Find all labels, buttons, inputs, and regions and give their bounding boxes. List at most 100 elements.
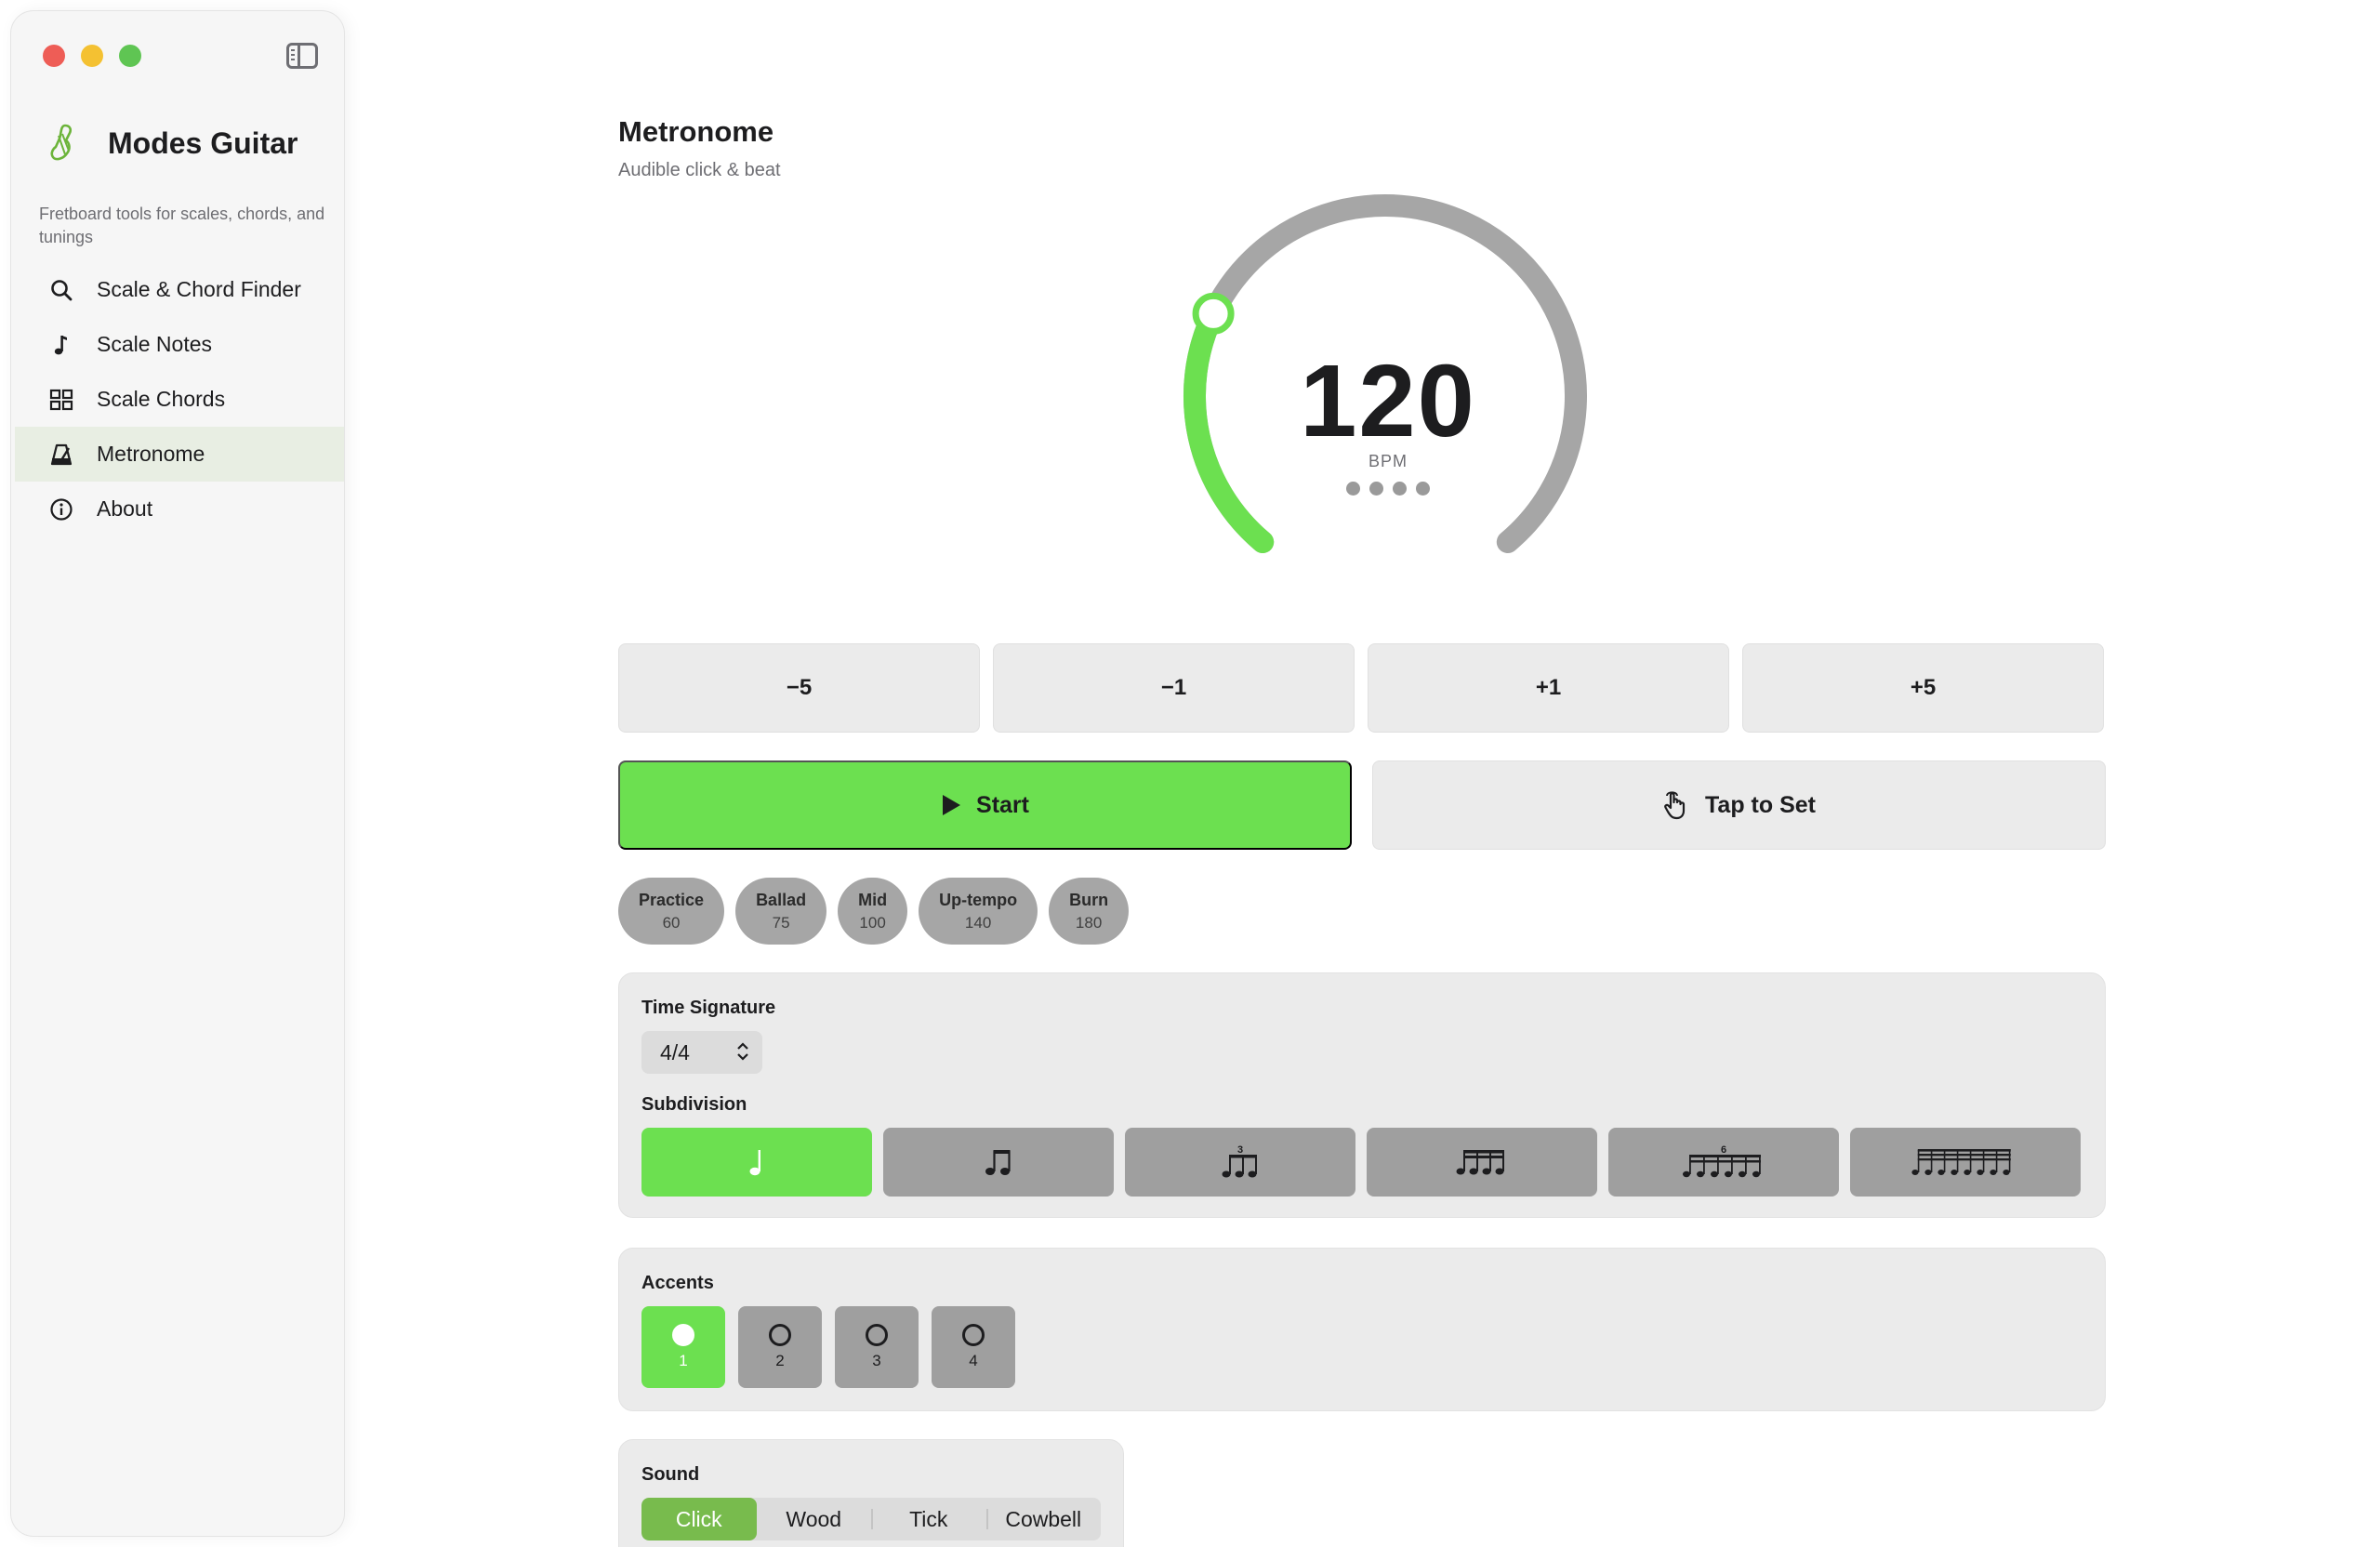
beat-indicator	[1323, 482, 1453, 496]
accent-number: 2	[775, 1352, 785, 1369]
sound-card: Sound Click Wood Tick Cowbell	[618, 1439, 1124, 1547]
sidebar-item-scale-notes[interactable]: Scale Notes	[15, 317, 344, 372]
sidebar-item-scale-chords[interactable]: Scale Chords	[15, 372, 344, 427]
app-tagline: Fretboard tools for scales, chords, and …	[39, 205, 325, 246]
sidebar-item-scale-chord-finder[interactable]: Scale & Chord Finder	[15, 262, 344, 317]
sound-option-wood[interactable]: Wood	[757, 1498, 872, 1540]
sextuplet-icon: 6	[1683, 1144, 1761, 1178]
triplet-digit: 3	[1237, 1144, 1243, 1156]
accent-circle-icon	[866, 1324, 888, 1346]
close-window-button[interactable]	[43, 45, 65, 67]
time-signature-card: Time Signature 4/4 Subdivision 3 6	[618, 972, 2106, 1218]
sound-label: Sound	[641, 1464, 700, 1485]
info-icon	[48, 496, 74, 522]
grid-icon	[48, 387, 74, 413]
plus-1-button[interactable]: +1	[1368, 643, 1729, 733]
accent-number: 4	[969, 1352, 978, 1369]
beat-dot	[1416, 482, 1430, 496]
accent-circle-icon	[672, 1324, 694, 1346]
tempo-step-buttons: −5 −1 +1 +5	[618, 643, 2106, 733]
sidebar-item-label: About	[97, 496, 153, 521]
metronome-icon	[48, 442, 74, 468]
page-title: Metronome	[618, 115, 774, 148]
triplet-icon: 3	[1222, 1144, 1257, 1178]
accent-beat-1[interactable]: 1	[641, 1306, 725, 1388]
minus-1-button[interactable]: −1	[993, 643, 1355, 733]
hand-tap-icon	[1662, 790, 1690, 820]
preset-practice[interactable]: Practice 60	[618, 878, 725, 945]
zoom-window-button[interactable]	[119, 45, 141, 67]
subdivision-options: 3 6	[641, 1128, 2081, 1197]
beat-dot	[1346, 482, 1360, 496]
sound-option-cowbell[interactable]: Cowbell	[985, 1498, 1102, 1540]
quarter-note-icon	[749, 1150, 761, 1176]
preset-name: Burn	[1069, 890, 1109, 909]
app-window: Modes Guitar Fretboard tools for scales,…	[0, 0, 2380, 1547]
subdivision-label: Subdivision	[641, 1094, 747, 1115]
sidebar-item-metronome[interactable]: Metronome	[15, 427, 344, 482]
sextuplet-digit: 6	[1721, 1144, 1726, 1156]
time-signature-label: Time Signature	[641, 998, 776, 1018]
music-note-icon	[48, 332, 74, 358]
sound-option-tick[interactable]: Tick	[871, 1498, 986, 1540]
dial-fill	[1183, 302, 1275, 553]
action-buttons: Start Tap to Set	[618, 760, 2106, 850]
preset-bpm: 180	[1075, 913, 1103, 932]
preset-burn[interactable]: Burn 180	[1049, 878, 1130, 945]
accent-beat-2[interactable]: 2	[738, 1306, 822, 1388]
start-label: Start	[976, 791, 1029, 818]
preset-bpm: 100	[859, 913, 886, 932]
sidebar-item-label: Scale Notes	[97, 332, 213, 356]
bpm-label: BPM	[1368, 452, 1408, 470]
tempo-presets: Practice 60 Ballad 75 Mid 100 Up-tempo 1…	[618, 878, 1130, 945]
brand: Modes Guitar	[39, 119, 298, 167]
preset-bpm: 75	[772, 913, 790, 932]
sidebar-item-label: Metronome	[97, 442, 205, 466]
accent-circle-icon	[962, 1324, 985, 1346]
accents-card: Accents 1 2 3 4	[618, 1248, 2106, 1411]
preset-name: Practice	[639, 890, 705, 909]
sidebar: Modes Guitar Fretboard tools for scales,…	[11, 11, 344, 1536]
tap-to-set-button[interactable]: Tap to Set	[1372, 760, 2106, 850]
subdivision-eighth[interactable]	[883, 1128, 1114, 1197]
updown-chevron-icon	[736, 1040, 749, 1068]
guitar-logo-icon	[39, 119, 87, 167]
preset-ballad[interactable]: Ballad 75	[735, 878, 827, 945]
accent-circle-icon	[769, 1324, 791, 1346]
preset-up-tempo[interactable]: Up-tempo 140	[919, 878, 1038, 945]
sidebar-nav: Scale & Chord Finder Scale Notes Scale C…	[15, 262, 344, 536]
preset-bpm: 140	[964, 913, 992, 932]
accent-number: 1	[679, 1352, 688, 1369]
sidebar-item-label: Scale Chords	[97, 387, 226, 411]
subdivision-sixteenth[interactable]	[1367, 1128, 1597, 1197]
preset-mid[interactable]: Mid 100	[838, 878, 908, 945]
play-icon	[941, 794, 961, 816]
subdivision-sextuplet[interactable]: 6	[1608, 1128, 1839, 1197]
subdivision-thirty-second[interactable]	[1850, 1128, 2081, 1197]
beat-dot	[1393, 482, 1407, 496]
app-name: Modes Guitar	[108, 126, 298, 160]
time-signature-value: 4/4	[660, 1039, 690, 1064]
main-content: Metronome Audible click & beat 120 BPM −…	[618, 0, 2106, 1547]
sidebar-item-label: Scale & Chord Finder	[97, 277, 301, 301]
sidebar-toggle-icon[interactable]	[286, 43, 318, 69]
subdivision-triplet[interactable]: 3	[1125, 1128, 1355, 1197]
preset-bpm: 60	[662, 913, 681, 932]
accent-beat-4[interactable]: 4	[932, 1306, 1015, 1388]
thirty-second-notes-icon	[1911, 1149, 2011, 1175]
preset-name: Up-tempo	[939, 890, 1018, 909]
time-signature-select[interactable]: 4/4	[641, 1031, 762, 1074]
sidebar-item-about[interactable]: About	[15, 482, 344, 536]
minus-5-button[interactable]: −5	[618, 643, 980, 733]
plus-5-button[interactable]: +5	[1742, 643, 2104, 733]
beat-dot	[1369, 482, 1383, 496]
subdivision-quarter[interactable]	[641, 1128, 872, 1197]
dial-knob[interactable]	[1192, 292, 1235, 335]
sound-segmented-control: Click Wood Tick Cowbell	[641, 1498, 1101, 1540]
preset-name: Ballad	[756, 890, 807, 909]
sound-option-click[interactable]: Click	[641, 1498, 757, 1540]
accent-beats: 1 2 3 4	[641, 1306, 1015, 1388]
accent-beat-3[interactable]: 3	[835, 1306, 919, 1388]
start-button[interactable]: Start	[618, 760, 1352, 850]
minimize-window-button[interactable]	[81, 45, 103, 67]
